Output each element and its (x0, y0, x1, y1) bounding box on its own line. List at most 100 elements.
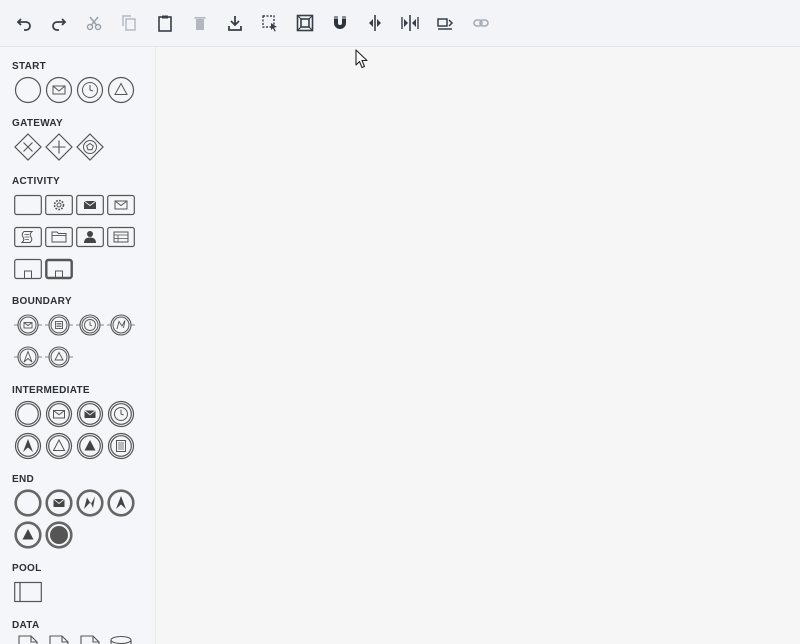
intermediate-conditional-icon (107, 432, 135, 460)
layout-icon (437, 18, 454, 30)
message-end-event-shape[interactable] (45, 489, 73, 517)
intermediate-conditional-shape[interactable] (107, 432, 135, 460)
intermediate-signal-catch-shape[interactable] (45, 432, 73, 460)
boundary-signal-icon (45, 346, 73, 368)
mouse-cursor-icon (355, 49, 368, 69)
distribute-button[interactable] (399, 12, 421, 34)
intermediate-event-icon (14, 400, 42, 428)
intermediate-signal-catch-icon (45, 432, 73, 460)
intermediate-signal-throw-shape[interactable] (76, 432, 104, 460)
cut-button[interactable] (83, 12, 105, 34)
snap-button[interactable] (329, 12, 351, 34)
data-store-shape[interactable] (107, 635, 135, 644)
section-title-end: END (12, 474, 35, 485)
escalation-end-event-shape[interactable] (107, 489, 135, 517)
intermediate-escalation-shape[interactable] (14, 432, 42, 460)
copy-button[interactable] (118, 12, 140, 34)
message-start-event-shape[interactable] (45, 76, 73, 104)
event-gateway-shape[interactable] (76, 133, 104, 161)
end-event-shape[interactable] (14, 489, 42, 517)
signal-start-event-shape[interactable] (107, 76, 135, 104)
task-icon (14, 194, 42, 216)
redo-icon (52, 18, 67, 31)
call-activity-shape[interactable] (45, 255, 73, 283)
service-task-shape[interactable] (45, 191, 73, 219)
intermediate-message-throw-shape[interactable] (76, 400, 104, 428)
undo-icon (16, 18, 31, 31)
link-button[interactable] (470, 12, 492, 34)
gear-icon (45, 194, 73, 216)
user-task-shape[interactable] (76, 223, 104, 251)
subprocess-shape[interactable] (14, 255, 42, 283)
script-task-shape[interactable] (14, 223, 42, 251)
intermediate-escalation-icon (14, 432, 42, 460)
delete-button[interactable] (189, 12, 211, 34)
start-event-shape[interactable] (14, 76, 42, 104)
terminate-end-event-shape[interactable] (45, 521, 73, 549)
section-title-boundary: BOUNDARY (12, 296, 72, 307)
intermediate-signal-throw-icon (76, 432, 104, 460)
data-object-shape[interactable] (14, 635, 42, 644)
pool-shape[interactable] (14, 578, 42, 606)
exclusive-gateway-shape[interactable] (14, 133, 42, 161)
section-title-data: DATA (12, 620, 40, 631)
user-icon (76, 226, 104, 248)
folder-icon (45, 226, 73, 248)
table-icon (107, 226, 135, 248)
manual-task-shape[interactable] (107, 223, 135, 251)
error-end-icon (76, 489, 104, 517)
error-end-event-shape[interactable] (76, 489, 104, 517)
align-center-icon (369, 15, 381, 31)
boundary-escalation-shape[interactable] (14, 343, 42, 371)
business-rule-task-shape[interactable] (45, 223, 73, 251)
layout-button[interactable] (434, 12, 456, 34)
boundary-message-icon (14, 314, 42, 336)
fit-button[interactable] (294, 12, 316, 34)
script-icon (14, 226, 42, 248)
boundary-timer-shape[interactable] (76, 311, 104, 339)
terminate-end-icon (45, 521, 73, 549)
signal-start-icon (107, 76, 135, 104)
boundary-conditional-shape[interactable] (45, 311, 73, 339)
boundary-signal-shape[interactable] (45, 343, 73, 371)
select-icon (262, 15, 277, 32)
signal-end-icon (14, 521, 42, 549)
message-start-icon (45, 76, 73, 104)
boundary-conditional-icon (45, 314, 73, 336)
timer-start-event-shape[interactable] (76, 76, 104, 104)
message-end-icon (45, 489, 73, 517)
envelope-icon (107, 194, 135, 216)
boundary-timer-icon (76, 314, 104, 336)
data-output-shape[interactable] (76, 635, 104, 644)
boundary-error-shape[interactable] (107, 311, 135, 339)
select-button[interactable] (259, 12, 281, 34)
boundary-message-shape[interactable] (14, 311, 42, 339)
signal-end-event-shape[interactable] (14, 521, 42, 549)
redo-button[interactable] (48, 12, 70, 34)
end-event-icon (14, 489, 42, 517)
intermediate-event-shape[interactable] (14, 400, 42, 428)
link-icon (473, 19, 489, 27)
task-shape[interactable] (14, 191, 42, 219)
receive-task-shape[interactable] (107, 191, 135, 219)
intermediate-message-catch-shape[interactable] (45, 400, 73, 428)
copy-icon (122, 15, 136, 31)
document-icon (18, 635, 38, 644)
data-input-shape[interactable] (45, 635, 73, 644)
align-button[interactable] (364, 12, 386, 34)
paste-button[interactable] (154, 12, 176, 34)
diagram-canvas[interactable] (157, 47, 800, 644)
delete-icon (194, 17, 206, 30)
intermediate-timer-shape[interactable] (107, 400, 135, 428)
download-icon (228, 16, 242, 31)
paste-icon (158, 15, 172, 32)
subprocess-icon (14, 258, 42, 280)
intermediate-timer-icon (107, 400, 135, 428)
intermediate-message-throw-icon (76, 400, 104, 428)
download-button[interactable] (224, 12, 246, 34)
event-gateway-icon (76, 133, 104, 161)
send-task-shape[interactable] (76, 191, 104, 219)
undo-button[interactable] (13, 12, 35, 34)
start-event-icon (14, 76, 42, 104)
parallel-gateway-shape[interactable] (45, 133, 73, 161)
